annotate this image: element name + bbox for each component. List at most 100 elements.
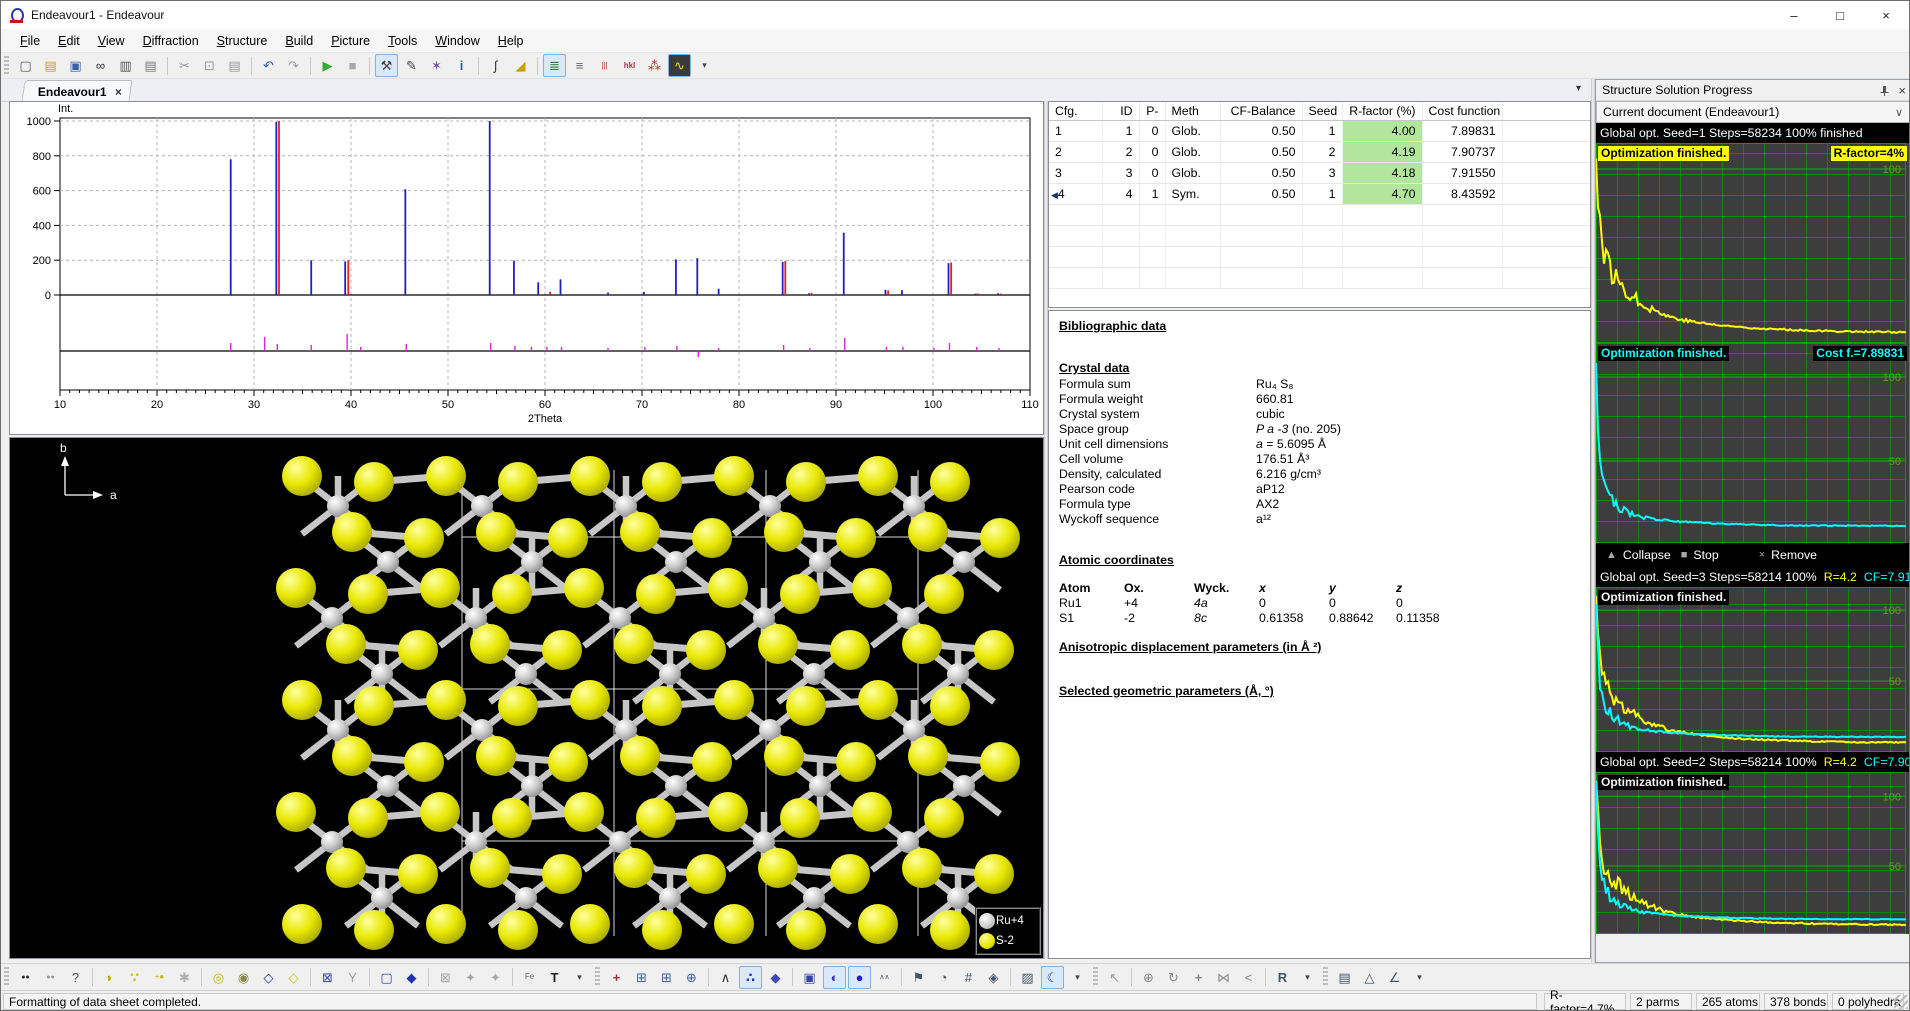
expand-cell-c-icon[interactable]: ⊕ [680,966,703,989]
column-header[interactable]: CF-Balance [1220,102,1302,121]
undo-icon[interactable]: ↶ [257,54,280,77]
ring-dotted-icon[interactable]: ◉ [232,966,255,989]
text-dropdown-icon[interactable]: ▾ [568,966,591,989]
collapse-button[interactable]: ▲Collapse [1606,548,1671,562]
edit-job-icon[interactable]: ✎ [400,54,423,77]
coordination-atoms-icon[interactable]: ∵ [123,966,146,989]
view-progress-icon[interactable]: ∿ [668,54,691,77]
menu-item-help[interactable]: Help [489,31,533,51]
structure-solution-icon[interactable]: ⚒ [375,54,398,77]
cut-icon[interactable]: ✂ [173,54,196,77]
toolbar-grip[interactable] [1093,967,1098,987]
column-header[interactable]: Cfg. [1049,102,1102,121]
run-optimization-icon[interactable]: ▶ [316,54,339,77]
polyhedra-view-icon[interactable]: ◆ [764,966,787,989]
text-tool-icon[interactable]: T [543,966,566,989]
zoom-mode-icon[interactable]: ⋈ [1212,966,1235,989]
column-header[interactable]: Seed [1302,102,1342,121]
menu-item-structure[interactable]: Structure [208,31,277,51]
menu-item-view[interactable]: View [89,31,134,51]
r-tool-icon[interactable]: R [1271,966,1294,989]
column-header[interactable]: ID [1102,102,1139,121]
column-header[interactable]: R-factor (%) [1342,102,1422,121]
menu-item-edit[interactable]: Edit [49,31,89,51]
print-preview-icon[interactable]: ▥ [114,54,137,77]
vertical-splitter[interactable] [1044,101,1048,959]
expand-cell-a-icon[interactable]: ⊞ [630,966,653,989]
lighting-moon-icon[interactable]: ☾ [1041,966,1064,989]
lattice-fence-icon[interactable]: # [957,966,980,989]
axes-tripod-icon[interactable]: ∧ [714,966,737,989]
menu-item-file[interactable]: File [11,31,49,51]
minimize-button[interactable]: – [1771,1,1817,29]
info-icon[interactable]: i [450,54,473,77]
remove-button[interactable]: ×Remove [1759,548,1817,562]
star-tool-b-icon[interactable]: ✦ [484,966,507,989]
close-icon[interactable]: × [1898,83,1906,98]
cell-edges-icon[interactable]: ▣ [798,966,821,989]
lighting-dropdown-icon[interactable]: ▾ [1066,966,1089,989]
rotate-mode-icon[interactable]: ↻ [1162,966,1185,989]
view-data-sheet-icon[interactable]: ≡ [568,54,591,77]
find-icon[interactable]: ∞ [89,54,112,77]
group-disabled-icon[interactable]: ✱ [173,966,196,989]
connectivity-tree-icon[interactable]: Y [341,966,364,989]
toolbar-grip[interactable] [4,56,9,76]
column-header[interactable]: Cost function [1422,102,1502,121]
atom-unknown-icon[interactable]: ? [64,966,87,989]
measure-distance-icon[interactable]: ▤ [1333,966,1356,989]
create-atoms-gray-icon[interactable]: ●● [39,966,62,989]
focus-diamond-icon[interactable]: ◈ [982,966,1005,989]
r-dropdown-icon[interactable]: ▾ [1296,966,1319,989]
paste-icon[interactable]: ▤ [223,54,246,77]
expand-cell-b-icon[interactable]: ⊞ [655,966,678,989]
view-structure-icon[interactable]: ⁂ [643,54,666,77]
menu-item-picture[interactable]: Picture [322,31,379,51]
profile-chart-icon[interactable]: ◢ [509,54,532,77]
open-file-icon[interactable]: ▤ [39,54,62,77]
column-header[interactable]: Meth [1165,102,1220,121]
background-pattern-icon[interactable]: ▨ [1016,966,1039,989]
add-atom-icon[interactable]: +● [148,966,171,989]
move-mode-icon[interactable]: ⊕ [1137,966,1160,989]
wizard-icon[interactable]: ✶ [425,54,448,77]
lattice-plane-icon[interactable]: ⊠ [316,966,339,989]
sphere-solid-icon[interactable]: ● [848,966,871,989]
translate-tool-icon[interactable]: + [605,966,628,989]
copy-icon[interactable]: ⊡ [198,54,221,77]
menu-item-diffraction[interactable]: Diffraction [134,31,208,51]
menu-item-tools[interactable]: Tools [379,31,426,51]
stop-button[interactable]: ■Stop [1681,548,1719,562]
measure-triangle-icon[interactable]: △ [1358,966,1381,989]
fill-tool-icon[interactable]: ◗ [98,966,121,989]
measure-angle-icon[interactable]: ∠ [1383,966,1406,989]
table-row[interactable]: 110Glob.0.5014.007.89831 [1049,121,1591,142]
rotation-clock-icon[interactable]: ◔ [932,966,955,989]
remove-box-icon[interactable]: ⊠ [434,966,457,989]
hexagon-blue-icon[interactable]: ◇ [257,966,280,989]
table-row[interactable]: 330Glob.0.5034.187.91550 [1049,163,1591,184]
table-row[interactable]: 220Glob.0.5024.197.90737 [1049,142,1591,163]
quick-launch-icon[interactable]: ∫ [484,54,507,77]
wireframe-icon[interactable]: ∧∧ [873,966,896,989]
select-mode-icon[interactable]: ↖ [1103,966,1126,989]
maximize-button[interactable]: □ [1817,1,1863,29]
element-label-icon[interactable]: Fe [518,966,541,989]
measure-dropdown-icon[interactable]: ▾ [1408,966,1431,989]
hexagon-yellow-icon[interactable]: ◇ [282,966,305,989]
ball-and-stick-icon[interactable]: ∴ [739,966,762,989]
save-file-icon[interactable]: ▣ [64,54,87,77]
tab-close-icon[interactable]: × [115,85,122,99]
table-row[interactable]: ◀441Sym.0.5014.708.43592 [1049,184,1591,205]
angle-mode-icon[interactable]: < [1237,966,1260,989]
create-atoms-icon[interactable]: ●● [14,966,37,989]
resize-grip[interactable] [1894,995,1908,1009]
redo-icon[interactable]: ↷ [282,54,305,77]
column-header[interactable] [1502,102,1591,121]
toolbar-options-dropdown-icon[interactable]: ▾ [693,54,716,77]
pan-mode-icon[interactable]: + [1187,966,1210,989]
star-tool-a-icon[interactable]: ✦ [459,966,482,989]
stop-optimization-icon[interactable]: ■ [341,54,364,77]
tab-endeavour1[interactable]: Endeavour1 × [21,80,132,102]
new-file-icon[interactable]: ▢ [14,54,37,77]
